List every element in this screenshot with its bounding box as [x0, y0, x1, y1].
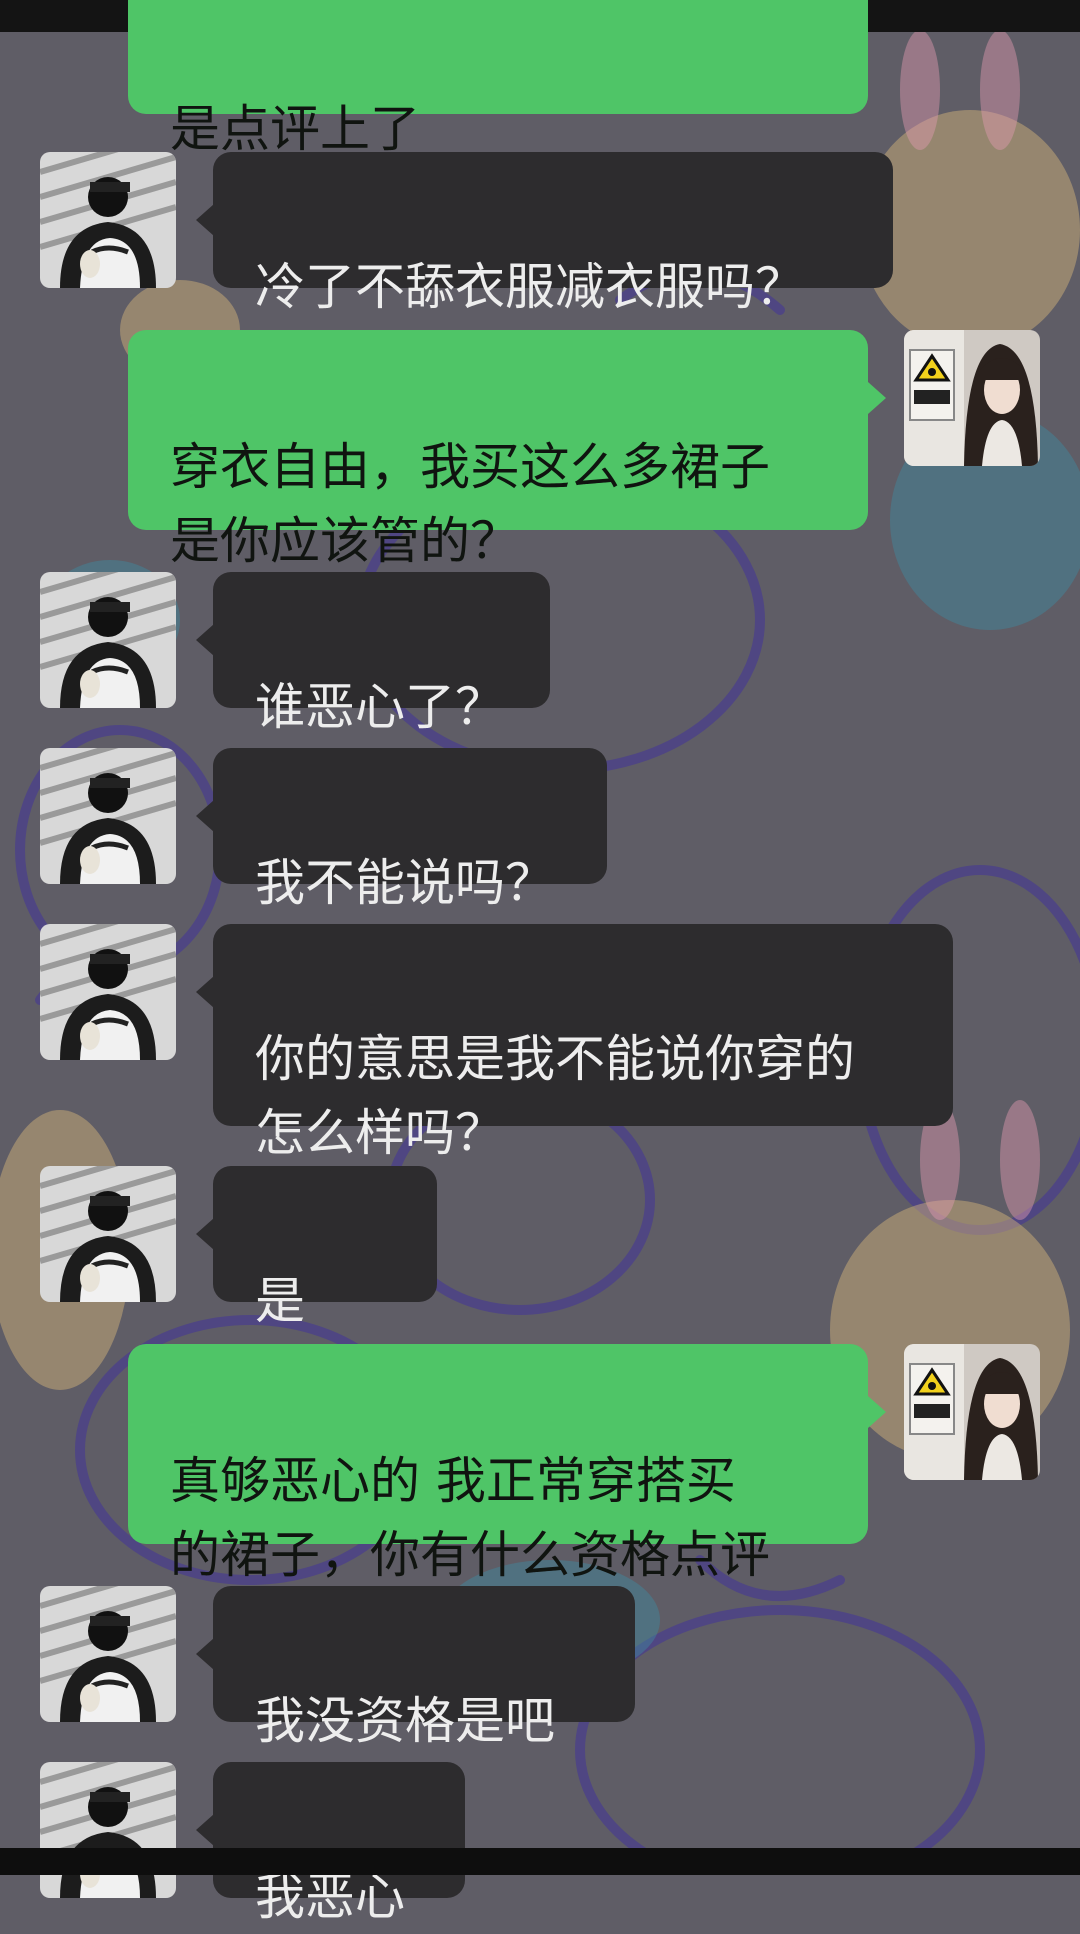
message-text: 谁恶心了？ [255, 678, 505, 736]
message-text: 我不能说吗？ [255, 854, 555, 912]
message-bubble-outgoing[interactable]: 真够恶心的 我正常穿搭买 的裙子，你有什么资格点评 [128, 1344, 868, 1584]
contact-avatar[interactable] [40, 1166, 176, 1302]
contact-avatar-image [40, 1762, 176, 1898]
contact-avatar[interactable] [40, 748, 176, 884]
message-bubble-incoming[interactable]: 冷了不舔衣服减衣服吗？ [213, 152, 893, 316]
message-bubble-outgoing[interactable]: 穿衣自由，我买这么多裙子 是你应该管的？ [128, 330, 868, 570]
contact-avatar[interactable] [40, 1586, 176, 1722]
contact-avatar-image [40, 1586, 176, 1722]
contact-avatar[interactable] [40, 572, 176, 708]
contact-avatar[interactable] [40, 152, 176, 288]
message-text: 真够恶心的 我正常穿搭买 的裙子，你有什么资格点评 [170, 1452, 770, 1584]
contact-avatar-image [40, 748, 176, 884]
contact-avatar[interactable] [40, 1762, 176, 1898]
user-avatar[interactable] [904, 330, 1040, 466]
message-bubble-incoming[interactable]: 是吗？ [213, 1166, 437, 1404]
message-text: 我没资格是吧 [255, 1692, 555, 1750]
contact-avatar-image [40, 572, 176, 708]
message-bubble-outgoing[interactable]: 是点评上了 [128, 0, 868, 158]
user-avatar-image [904, 330, 1040, 466]
navigation-bar [0, 1848, 1080, 1875]
contact-avatar-image [40, 924, 176, 1060]
user-avatar-image [904, 1344, 1040, 1480]
message-text: 冷了不舔衣服减衣服吗？ [255, 258, 805, 316]
message-bubble-incoming[interactable]: 我没资格是吧 [213, 1586, 635, 1750]
message-text: 我恶心 [255, 1868, 405, 1926]
contact-avatar[interactable] [40, 924, 176, 1060]
contact-avatar-image [40, 1166, 176, 1302]
contact-avatar-image [40, 152, 176, 288]
user-avatar[interactable] [904, 1344, 1040, 1480]
message-text: 是点评上了 [170, 100, 420, 158]
message-bubble-incoming[interactable]: 谁恶心了？ [213, 572, 550, 736]
message-bubble-incoming[interactable]: 我不能说吗？ [213, 748, 607, 912]
message-bubble-incoming[interactable]: 我恶心 [213, 1762, 465, 1926]
message-bubble-incoming[interactable]: 你的意思是我不能说你穿的 怎么样吗？ [213, 924, 953, 1162]
